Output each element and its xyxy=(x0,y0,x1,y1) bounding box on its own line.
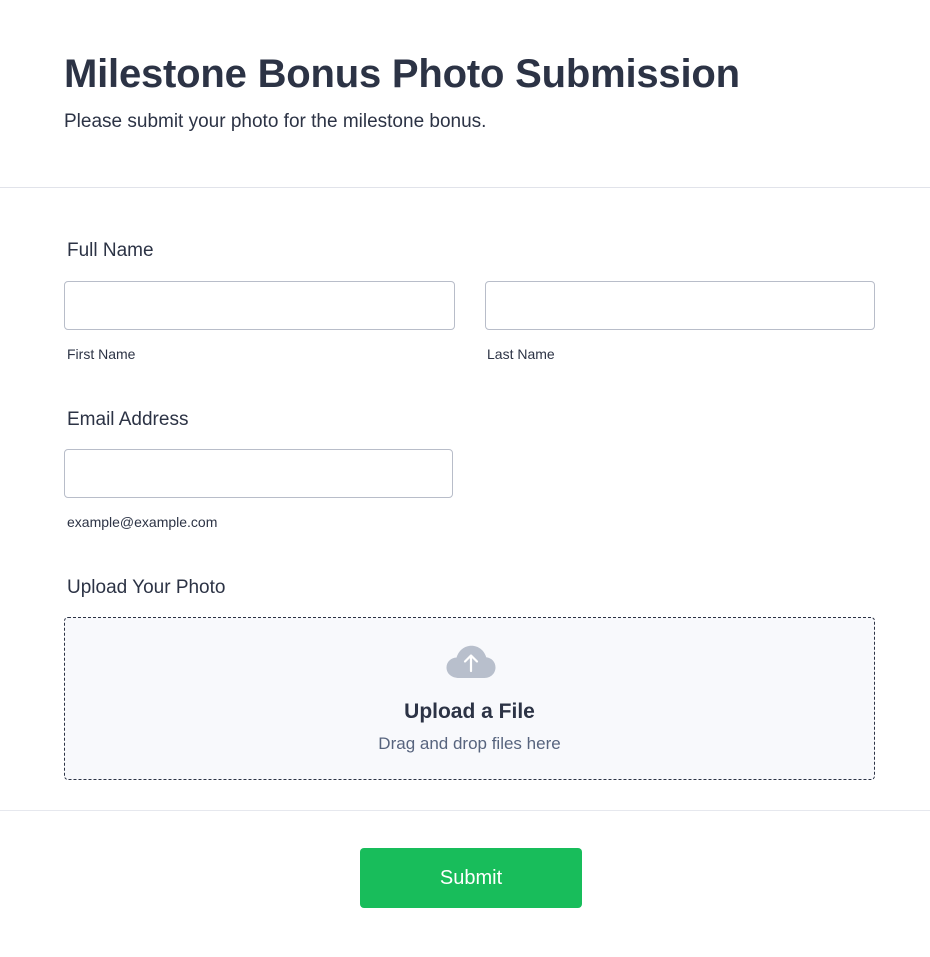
first-name-input[interactable] xyxy=(64,281,455,330)
upload-title: Upload a File xyxy=(404,700,535,723)
email-label: Email Address xyxy=(67,409,189,430)
first-name-sublabel: First Name xyxy=(67,346,136,362)
page-title: Milestone Bonus Photo Submission xyxy=(64,52,740,96)
full-name-label: Full Name xyxy=(67,240,154,261)
cloud-upload-icon xyxy=(446,645,496,678)
form-header: Milestone Bonus Photo Submission Please … xyxy=(0,0,930,188)
upload-hint: Drag and drop files here xyxy=(378,734,561,753)
last-name-sublabel: Last Name xyxy=(487,346,555,362)
email-sublabel: example@example.com xyxy=(67,514,218,530)
submit-button[interactable]: Submit xyxy=(360,848,582,908)
file-upload-dropzone[interactable]: Upload a File Drag and drop files here xyxy=(64,617,875,780)
page-subtitle: Please submit your photo for the milesto… xyxy=(64,111,487,132)
upload-label: Upload Your Photo xyxy=(67,577,226,598)
last-name-input[interactable] xyxy=(485,281,875,330)
footer-divider xyxy=(0,810,930,811)
email-input[interactable] xyxy=(64,449,453,498)
